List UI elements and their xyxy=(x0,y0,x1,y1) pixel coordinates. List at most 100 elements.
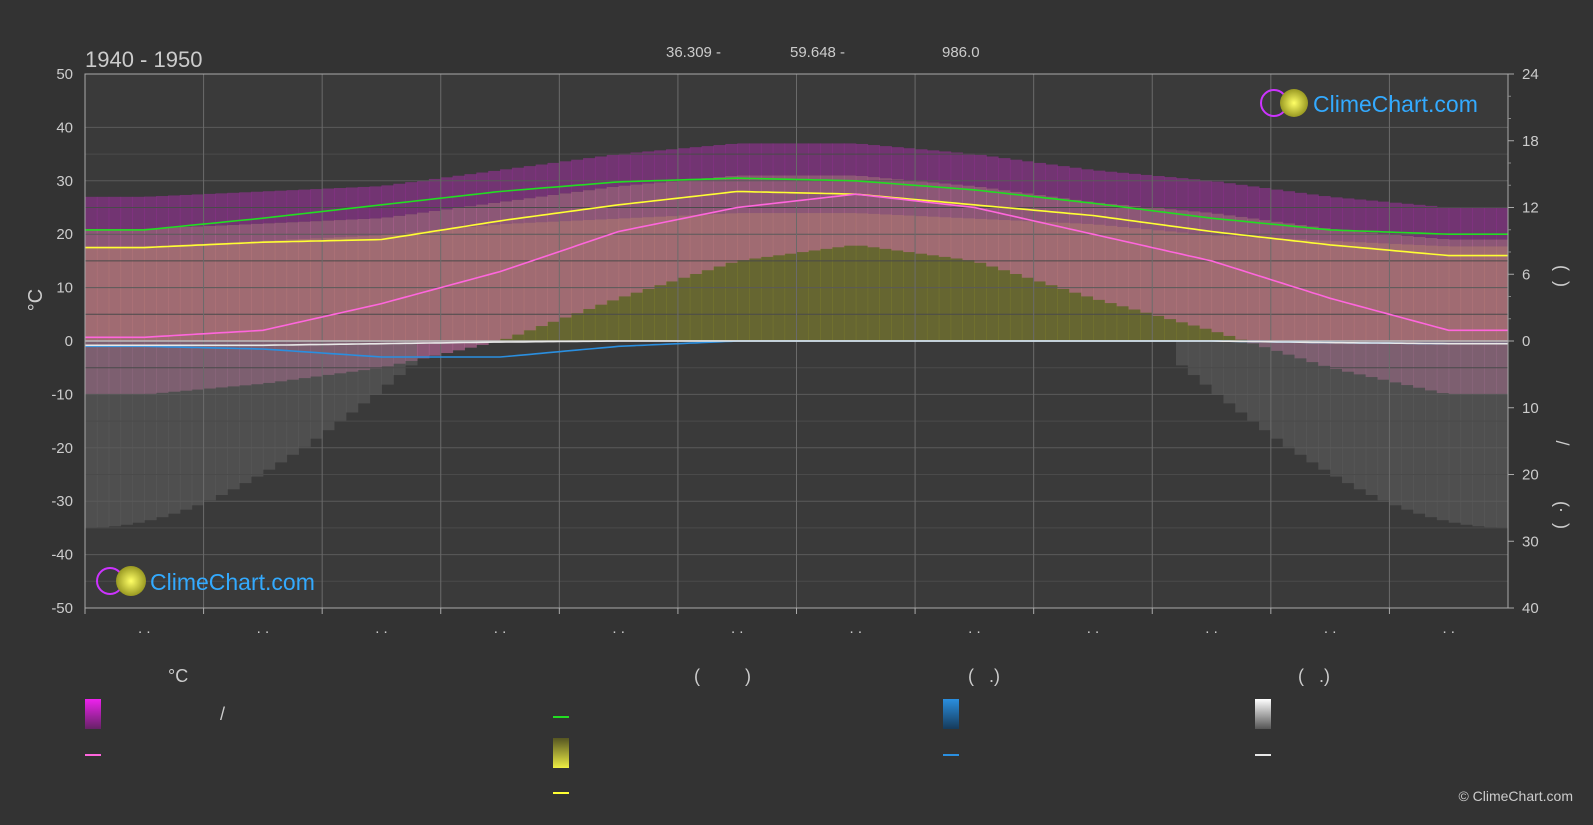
temperature-bar xyxy=(618,185,631,297)
subtitle-value-2: 59.648 - xyxy=(790,44,845,61)
temperature-extreme-bar xyxy=(179,194,193,227)
temperature-extreme-bar xyxy=(749,143,762,176)
x-tick-label: . . xyxy=(375,620,388,637)
temperature-bar xyxy=(464,206,477,348)
temperature-bar xyxy=(974,186,987,263)
temperature-extreme-bar xyxy=(855,143,869,176)
temperature-extreme-bar xyxy=(725,143,738,176)
temperature-extreme-bar xyxy=(464,174,477,207)
copyright: © ClimeChart.com xyxy=(1458,788,1573,804)
temperature-extreme-bar xyxy=(381,185,394,218)
legend-swatch-sunshine xyxy=(553,738,569,768)
temperature-extreme-bar xyxy=(322,188,335,221)
snow-bar xyxy=(1199,341,1213,385)
temperature-extreme-bar xyxy=(1247,186,1260,219)
temperature-extreme-bar xyxy=(120,196,133,229)
temperature-extreme-bar xyxy=(891,147,904,180)
snow-bar xyxy=(1258,341,1272,431)
y-axis-label-right-slash: / xyxy=(1552,440,1572,445)
temperature-extreme-bar xyxy=(832,143,845,176)
temperature-extreme-bar xyxy=(191,194,205,227)
temperature-bar xyxy=(1045,196,1058,286)
snow-bar xyxy=(1389,341,1402,506)
temperature-bar xyxy=(938,183,952,257)
temperature-extreme-bar xyxy=(1341,198,1355,231)
temperature-extreme-bar xyxy=(1164,177,1177,210)
temperature-extreme-bar xyxy=(998,158,1011,191)
temperature-extreme-bar xyxy=(571,159,584,192)
snow-bar xyxy=(1306,341,1319,463)
temperature-bar xyxy=(1270,221,1284,351)
y-tick-label-left: -50 xyxy=(51,600,73,617)
temperature-bar xyxy=(962,185,975,261)
temperature-extreme-bar xyxy=(334,188,347,221)
temperature-extreme-bar xyxy=(393,183,406,216)
temperature-bar xyxy=(749,175,762,259)
climate-chart: 50 40 30 20 10 0 -10 -20 -30 -40 -50 24 18 12 6 0 10 20 30… xyxy=(25,44,1572,637)
temperature-extreme-bar xyxy=(476,172,489,205)
y-tick-label-left: 50 xyxy=(56,66,73,83)
temperature-extreme-bar xyxy=(713,145,726,178)
temperature-bar xyxy=(903,180,916,253)
temperature-bar xyxy=(832,175,845,248)
temperature-bar xyxy=(843,175,857,246)
y-tick-label-left: -10 xyxy=(51,386,73,403)
temperature-extreme-bar xyxy=(559,161,572,194)
temperature-extreme-bar xyxy=(642,151,655,184)
snow-bar xyxy=(1187,341,1201,376)
snow-bar xyxy=(274,341,288,463)
x-tick-label: . . xyxy=(138,620,151,637)
temperature-extreme-bar xyxy=(820,143,833,176)
temperature-extreme-bar xyxy=(1258,188,1272,221)
y-tick-label-left: 40 xyxy=(56,119,73,136)
snow-bar xyxy=(381,341,394,385)
legend-line-rain xyxy=(943,754,959,756)
temperature-extreme-bar xyxy=(132,196,145,229)
temperature-extreme-bar xyxy=(1175,178,1189,211)
temperature-extreme-bar xyxy=(950,152,964,185)
y-tick-label-right-upper: 6 xyxy=(1522,266,1530,283)
temperature-bar xyxy=(713,177,726,267)
snow-bar xyxy=(239,341,252,484)
subtitle-value-3: 986.0 xyxy=(942,44,980,61)
temperature-extreme-bar xyxy=(879,146,892,179)
temperature-extreme-bar xyxy=(986,156,999,189)
temperature-extreme-bar xyxy=(784,143,797,176)
temperature-bar xyxy=(701,178,714,271)
temperature-extreme-bar xyxy=(1128,173,1141,206)
snow-bar xyxy=(405,341,418,366)
legend-label-temperature-range: / xyxy=(220,704,226,724)
y-tick-label-left: 20 xyxy=(56,226,73,243)
y-axis-label-left: °C xyxy=(25,289,47,311)
x-tick-label: . . xyxy=(731,620,744,637)
temperature-extreme-bar xyxy=(1413,204,1426,237)
temperature-bar xyxy=(784,175,797,254)
temperature-extreme-bar xyxy=(511,167,525,200)
temperature-bar xyxy=(1258,220,1272,348)
temperature-extreme-bar xyxy=(1104,171,1118,204)
temperature-extreme-bar xyxy=(1330,197,1343,230)
temperature-bar xyxy=(1009,191,1023,274)
snow-bar xyxy=(251,341,264,477)
snow-bar xyxy=(345,341,359,413)
temperature-extreme-bar xyxy=(369,186,382,219)
temperature-bar xyxy=(796,175,809,253)
temperature-extreme-bar xyxy=(547,162,560,195)
snow-bar xyxy=(1365,341,1379,496)
y-tick-label-right-upper: 0 xyxy=(1522,333,1530,350)
temperature-extreme-bar xyxy=(1187,179,1201,212)
snow-bar xyxy=(191,341,205,506)
logo-top: ClimeChart.com xyxy=(1260,89,1478,117)
temperature-extreme-bar xyxy=(689,147,703,180)
temperature-extreme-bar xyxy=(808,143,821,176)
temperature-extreme-bar xyxy=(298,189,311,222)
temperature-bar xyxy=(926,182,940,256)
temperature-bar xyxy=(867,177,881,248)
temperature-bar xyxy=(689,179,703,274)
y-tick-label-left: 30 xyxy=(56,173,73,190)
snow-bar xyxy=(1472,341,1485,527)
temperature-extreme-bar xyxy=(108,196,122,229)
snow-bar xyxy=(1460,341,1473,525)
snow-bar xyxy=(215,341,228,496)
temperature-bar xyxy=(986,188,999,267)
